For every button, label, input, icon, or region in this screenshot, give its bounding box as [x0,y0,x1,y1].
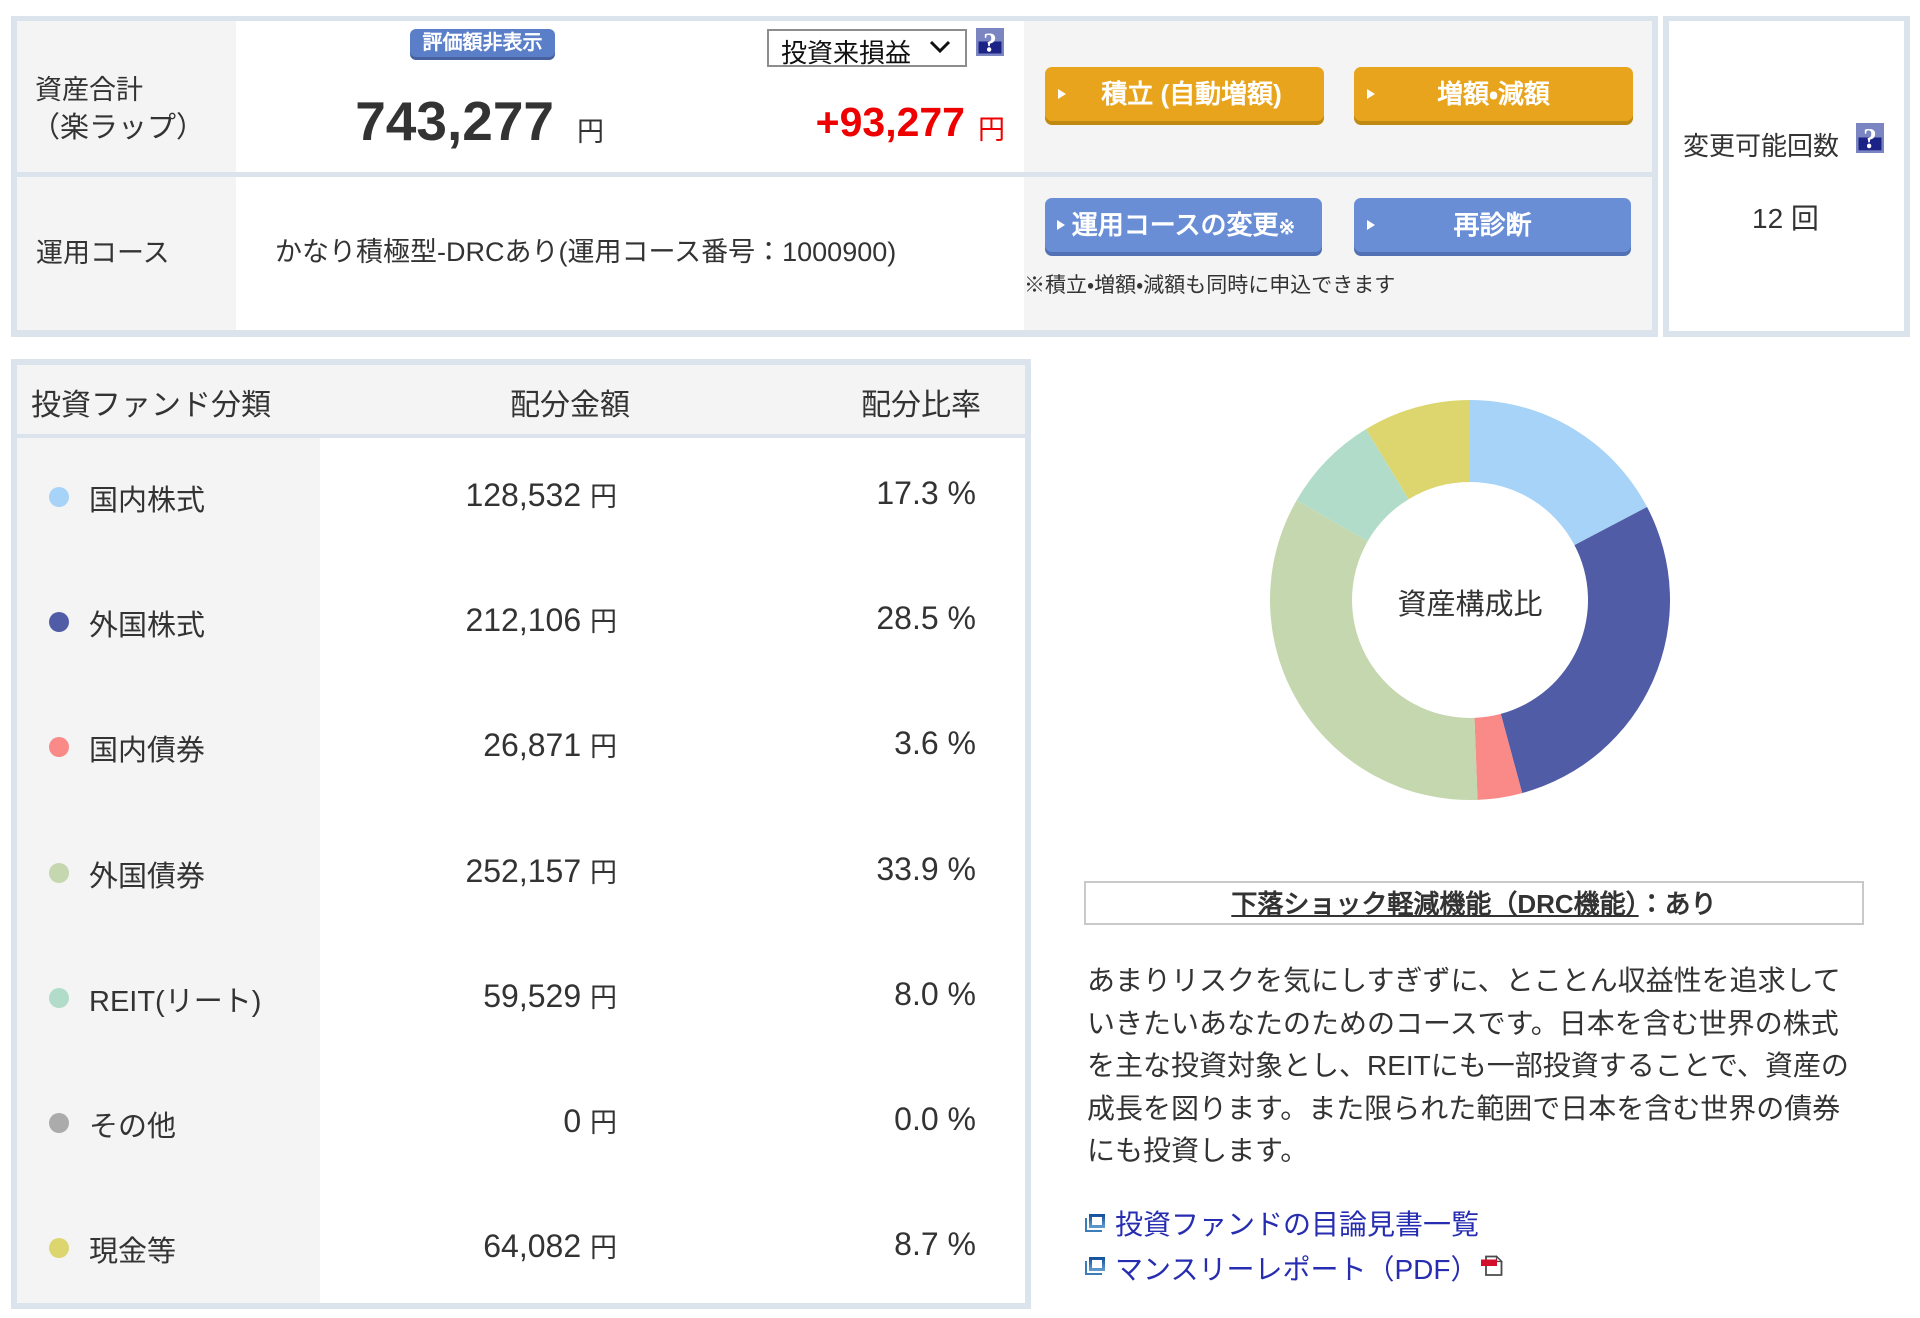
svg-text:?: ? [1863,123,1876,153]
svg-text:?: ? [983,28,997,56]
